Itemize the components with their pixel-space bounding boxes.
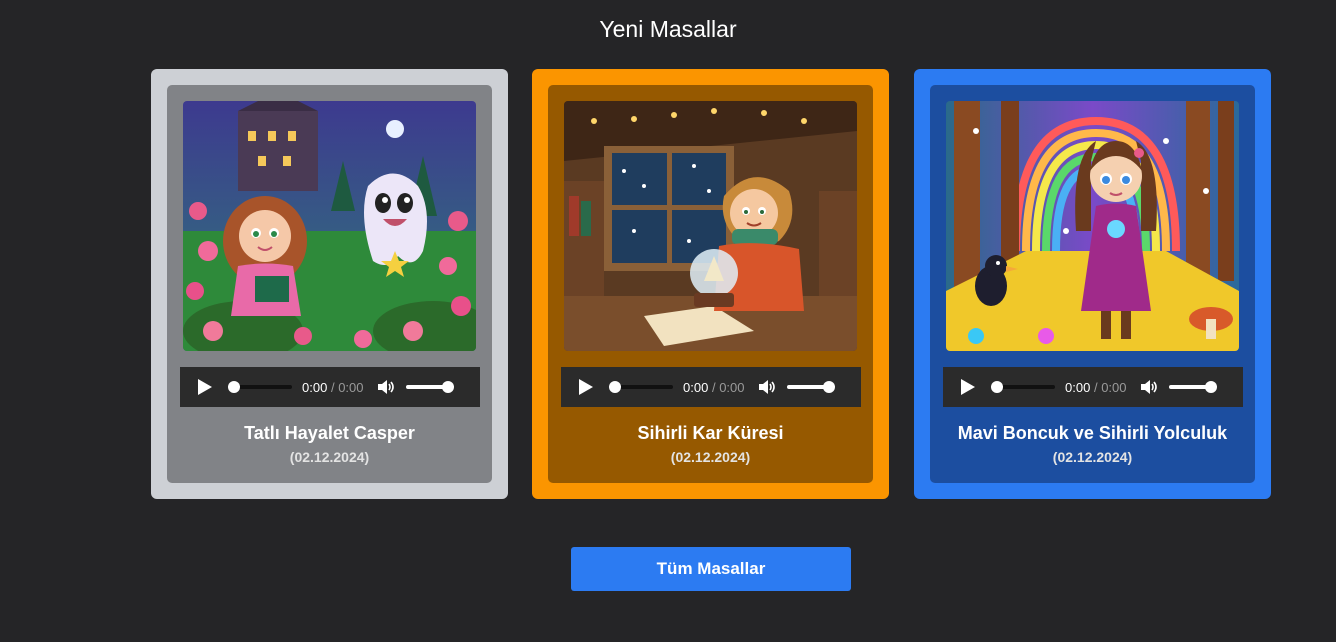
story-cover-image[interactable] xyxy=(946,101,1239,351)
story-title[interactable]: Sihirli Kar Küresi xyxy=(548,423,873,444)
section-title: Yeni Masallar xyxy=(599,16,737,42)
play-icon[interactable] xyxy=(579,379,595,395)
story-card[interactable]: 0:00 / 0:00 Mavi Boncuk ve Sihirli Yolcu… xyxy=(914,69,1271,499)
seek-slider[interactable] xyxy=(228,381,292,393)
ghost-garden-illustration-icon xyxy=(183,101,476,351)
time-display: 0:00 / 0:00 xyxy=(1065,380,1127,395)
story-card-inner: 0:00 / 0:00 Mavi Boncuk ve Sihirli Yolcu… xyxy=(930,85,1255,483)
volume-icon[interactable] xyxy=(758,379,777,395)
story-card[interactable]: 0:00 / 0:00 Sihirli Kar Küresi (02.12.20… xyxy=(532,69,889,499)
story-title[interactable]: Tatlı Hayalet Casper xyxy=(167,423,492,444)
story-date: (02.12.2024) xyxy=(289,449,370,465)
current-time: 0:00 xyxy=(302,379,328,395)
story-cover-image[interactable] xyxy=(183,101,476,351)
volume-handle[interactable] xyxy=(441,381,454,393)
play-icon[interactable] xyxy=(961,379,977,395)
time-display: 0:00 / 0:00 xyxy=(302,380,364,395)
time-display: 0:00 / 0:00 xyxy=(683,380,745,395)
volume-slider[interactable] xyxy=(786,381,835,393)
volume-icon[interactable] xyxy=(1140,379,1159,395)
story-card[interactable]: 0:00 / 0:00 Tatlı Hayalet Casper (02.12.… xyxy=(151,69,508,499)
story-title[interactable]: Mavi Boncuk ve Sihirli Yolculuk xyxy=(930,423,1255,444)
seek-slider[interactable] xyxy=(991,381,1055,393)
audio-player: 0:00 / 0:00 xyxy=(180,367,480,407)
story-card-inner: 0:00 / 0:00 Sihirli Kar Küresi (02.12.20… xyxy=(548,85,873,483)
seek-slider[interactable] xyxy=(609,381,673,393)
story-date: (02.12.2024) xyxy=(1052,449,1133,465)
duration-time: 0:00 xyxy=(338,379,364,395)
seek-handle[interactable] xyxy=(991,381,1003,393)
volume-handle[interactable] xyxy=(1204,381,1217,393)
play-icon[interactable] xyxy=(198,379,214,395)
current-time: 0:00 xyxy=(683,379,709,395)
story-cover-image[interactable] xyxy=(564,101,857,351)
time-separator: / xyxy=(1093,379,1098,395)
seek-handle[interactable] xyxy=(228,381,240,393)
time-separator: / xyxy=(330,379,335,395)
seek-handle[interactable] xyxy=(609,381,621,393)
duration-time: 0:00 xyxy=(719,379,745,395)
snow-globe-attic-illustration-icon xyxy=(564,101,857,351)
magic-forest-illustration-icon xyxy=(946,101,1239,351)
story-card-inner: 0:00 / 0:00 Tatlı Hayalet Casper (02.12.… xyxy=(167,85,492,483)
volume-slider[interactable] xyxy=(1168,381,1217,393)
story-date: (02.12.2024) xyxy=(670,449,751,465)
volume-icon[interactable] xyxy=(377,379,396,395)
audio-player: 0:00 / 0:00 xyxy=(561,367,861,407)
audio-player: 0:00 / 0:00 xyxy=(943,367,1243,407)
current-time: 0:00 xyxy=(1065,379,1091,395)
all-stories-button[interactable]: Tüm Masallar xyxy=(571,547,851,591)
volume-slider[interactable] xyxy=(405,381,454,393)
volume-handle[interactable] xyxy=(822,381,835,393)
time-separator: / xyxy=(711,379,716,395)
duration-time: 0:00 xyxy=(1101,379,1127,395)
